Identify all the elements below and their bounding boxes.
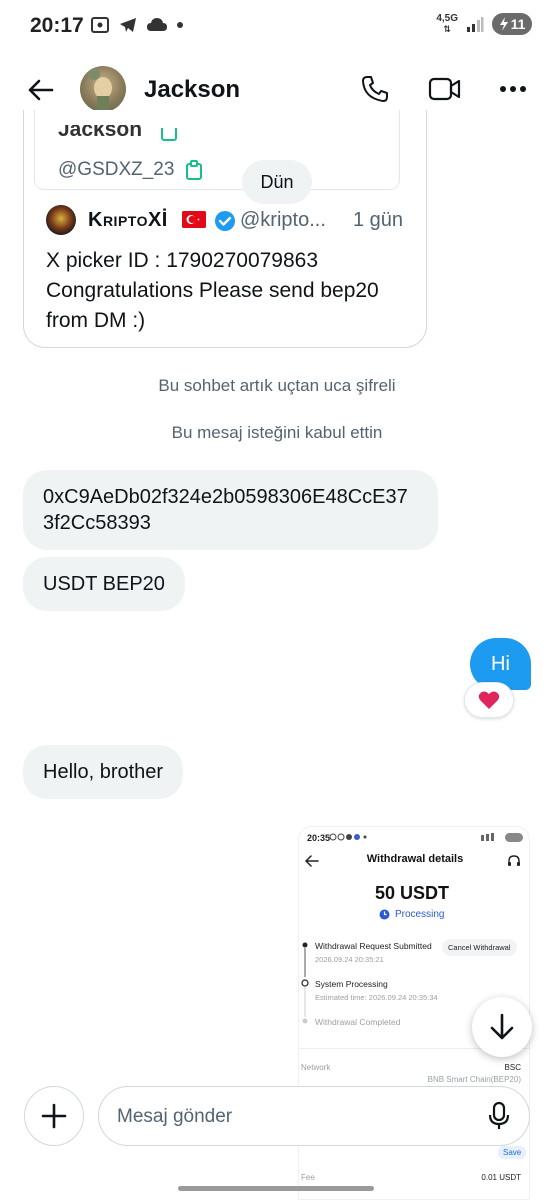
more-icon[interactable] bbox=[498, 84, 528, 94]
attachment-status: Processing bbox=[379, 909, 444, 920]
contact-name[interactable]: Jackson bbox=[144, 76, 240, 104]
save-badge: Save bbox=[498, 1146, 527, 1159]
verified-badge-icon bbox=[215, 211, 235, 231]
day-divider: Dün bbox=[242, 160, 312, 204]
home-indicator[interactable] bbox=[178, 1186, 374, 1191]
screenshot-icon bbox=[91, 17, 109, 33]
heart-icon bbox=[478, 691, 500, 709]
network-label: 4,5G ⇅ bbox=[436, 13, 458, 35]
status-right: 4,5G ⇅ 11 bbox=[436, 13, 532, 35]
system-message-accepted: Bu mesaj isteğini kabul ettin bbox=[171, 423, 383, 442]
network-label: Network bbox=[301, 1063, 331, 1072]
battery-indicator: 11 bbox=[492, 13, 532, 35]
status-bar: 20:17 4,5G ⇅ 11 bbox=[0, 0, 554, 54]
message-input[interactable] bbox=[117, 1103, 477, 1131]
cancel-withdrawal-button: Cancel Withdrawal bbox=[442, 939, 517, 956]
fee-value: 0.01 USDT bbox=[481, 1173, 521, 1182]
telegram-icon bbox=[120, 18, 136, 32]
dot-icon bbox=[177, 22, 183, 28]
attachment-amount: 50 USDT bbox=[374, 883, 450, 903]
arrow-down-icon bbox=[490, 1013, 514, 1040]
headset-icon bbox=[508, 855, 520, 866]
cloud-icon bbox=[147, 18, 167, 31]
video-icon[interactable] bbox=[428, 76, 462, 102]
attachment-status-icons bbox=[329, 833, 367, 841]
tweet-author-avatar bbox=[46, 205, 76, 235]
tweet-text: X picker ID : 1790270079863 Congratulati… bbox=[46, 249, 379, 332]
copy-icon[interactable] bbox=[185, 160, 203, 180]
phone-icon[interactable] bbox=[360, 74, 390, 104]
back-arrow-icon[interactable] bbox=[26, 76, 54, 104]
add-attachment-button[interactable] bbox=[24, 1086, 84, 1146]
step-label: Withdrawal Request Submitted bbox=[315, 941, 432, 951]
tweet-author-name: KriptoXİ bbox=[88, 209, 168, 231]
system-message-encrypted: Bu sohbet artık uçtan uca şifreli bbox=[158, 376, 396, 395]
turkey-flag-icon bbox=[182, 211, 206, 228]
step-sublabel: 2026.09.24 20:35:21 bbox=[315, 955, 384, 964]
clock-icon bbox=[379, 909, 390, 920]
attachment-battery-icon bbox=[481, 833, 523, 842]
fee-label: Fee bbox=[301, 1173, 315, 1182]
signal-icon bbox=[467, 17, 484, 32]
message-bubble-incoming[interactable]: Hello, brother bbox=[23, 745, 184, 799]
step-label: Withdrawal Completed bbox=[315, 1017, 401, 1027]
bolt-icon bbox=[499, 17, 508, 31]
message-composer bbox=[98, 1086, 530, 1146]
status-notification-icons bbox=[90, 15, 184, 35]
step-label: System Processing bbox=[315, 979, 388, 989]
status-time: 20:17 bbox=[30, 14, 84, 37]
scroll-to-bottom-button[interactable] bbox=[472, 997, 532, 1057]
microphone-icon[interactable] bbox=[487, 1101, 511, 1131]
avatar[interactable] bbox=[80, 66, 126, 112]
message-bubble-incoming[interactable]: 0xC9AeDb02f324e2b0598306E48CcE373f2Cc583… bbox=[23, 470, 438, 550]
network-value: BSC bbox=[504, 1063, 521, 1072]
plus-icon bbox=[41, 1103, 67, 1129]
step-sublabel: Estimated time: 2026.09.24 20:35:34 bbox=[315, 993, 438, 1002]
tweet-time: 1 gün bbox=[353, 209, 404, 231]
tweet-author-handle: @kripto... bbox=[240, 209, 326, 231]
attachment-status-time: 20:35 bbox=[307, 833, 331, 843]
network-sub: BNB Smart Chain(BEP20) bbox=[427, 1075, 521, 1084]
progress-timeline bbox=[301, 942, 309, 1024]
reaction-badge[interactable] bbox=[464, 682, 514, 718]
quoted-user-handle: @GSDXZ_23 bbox=[58, 159, 175, 180]
attachment-title: Withdrawal details bbox=[366, 853, 464, 865]
message-bubble-incoming[interactable]: USDT BEP20 bbox=[23, 557, 185, 611]
